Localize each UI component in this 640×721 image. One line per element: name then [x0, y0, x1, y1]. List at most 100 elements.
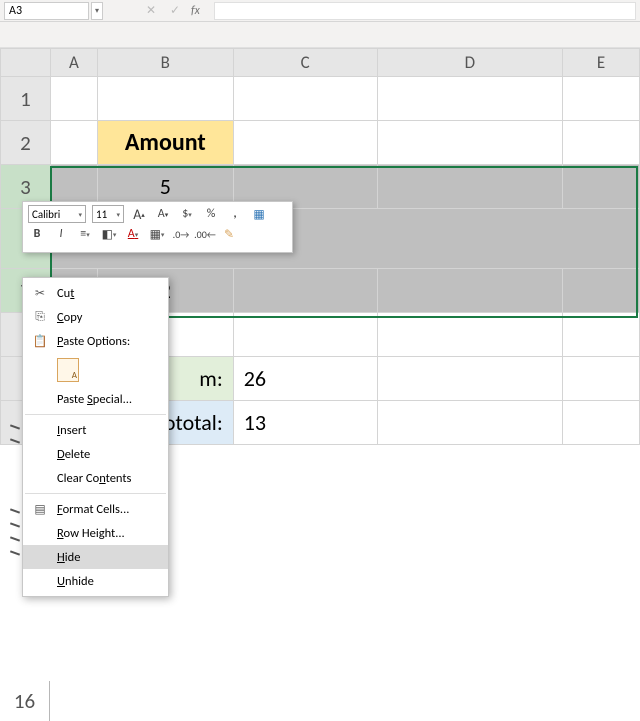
- cell-D3[interactable]: [377, 165, 563, 209]
- menu-format-cells[interactable]: ▤ Format Cells...: [23, 497, 168, 521]
- font-color-icon[interactable]: A▾: [124, 225, 142, 243]
- menu-delete[interactable]: Delete: [23, 442, 168, 466]
- cell-D9[interactable]: [377, 357, 563, 401]
- cancel-formula-icon: ✕: [143, 3, 159, 19]
- column-header-row: A B C D E: [1, 49, 640, 77]
- decrease-font-icon[interactable]: A▾: [154, 205, 172, 223]
- hidden-row-tick-icon: [10, 538, 22, 544]
- increase-decimal-icon[interactable]: .0→: [172, 225, 190, 243]
- formula-bar-input[interactable]: [214, 2, 636, 20]
- format-cells-icon: ▤: [31, 500, 49, 518]
- hidden-row-tick-icon: [10, 440, 22, 446]
- menu-hide-label: Hide: [57, 550, 160, 565]
- ribbon-spacer: [0, 22, 640, 48]
- cell-A2[interactable]: [50, 121, 97, 165]
- col-header-E[interactable]: E: [563, 49, 640, 77]
- cell-D10[interactable]: [377, 401, 563, 445]
- row-header-2[interactable]: 2: [1, 121, 51, 165]
- cell-B1[interactable]: [97, 77, 233, 121]
- increase-font-icon[interactable]: A▴: [130, 205, 148, 223]
- hidden-row-tick-icon: [10, 552, 22, 558]
- copy-icon: ⎘: [31, 308, 49, 326]
- cell-E7[interactable]: [563, 269, 640, 313]
- menu-separator: [25, 493, 166, 494]
- formula-controls: ✕ ✓ fx: [143, 3, 200, 19]
- name-box[interactable]: A3: [4, 2, 89, 20]
- menu-cut-label: Cut: [57, 286, 160, 301]
- mini-toolbar-row2: B I ≡▾ ◧▾ A▾ ▦▾ .0→ .00← ✎: [28, 225, 287, 243]
- cell-C2[interactable]: [233, 121, 377, 165]
- menu-format-cells-label: Format Cells...: [57, 502, 160, 517]
- select-all-corner[interactable]: [1, 49, 51, 77]
- row-header-16[interactable]: 16: [0, 681, 50, 721]
- menu-delete-label: Delete: [57, 447, 160, 462]
- decrease-decimal-icon[interactable]: .00←: [196, 225, 214, 243]
- format-painter-icon[interactable]: ✎: [220, 225, 238, 243]
- percent-format-icon[interactable]: %: [202, 205, 220, 223]
- menu-row-height[interactable]: Row Height...: [23, 521, 168, 545]
- italic-icon[interactable]: I: [52, 225, 70, 243]
- paste-default-icon: [57, 358, 79, 382]
- borders-icon[interactable]: ▦▾: [148, 225, 166, 243]
- blank-icon: [31, 390, 49, 408]
- font-size-picker[interactable]: 11▾: [92, 205, 124, 223]
- col-header-C[interactable]: C: [233, 49, 377, 77]
- bold-icon[interactable]: B: [28, 225, 46, 243]
- menu-paste-special-label: Paste Special...: [57, 392, 160, 407]
- cell-E9[interactable]: [563, 357, 640, 401]
- font-picker[interactable]: Calibri▾: [28, 205, 86, 223]
- col-header-D[interactable]: D: [377, 49, 563, 77]
- cell-E10[interactable]: [563, 401, 640, 445]
- cell-D2[interactable]: [377, 121, 563, 165]
- align-icon[interactable]: ≡▾: [76, 225, 94, 243]
- mini-toolbar-row1: Calibri▾ 11▾ A▴ A▾ $▾ % , ▦: [28, 205, 287, 223]
- cell-D7[interactable]: [377, 269, 563, 313]
- menu-paste-options-label: Paste Options:: [57, 334, 160, 349]
- fx-label[interactable]: fx: [191, 4, 200, 18]
- cell-C10[interactable]: 13: [233, 401, 377, 445]
- cell-D1[interactable]: [377, 77, 563, 121]
- menu-insert-label: Insert: [57, 423, 160, 438]
- cell-A1[interactable]: [50, 77, 97, 121]
- hidden-row-tick-icon: [10, 426, 22, 432]
- cell-C1[interactable]: [233, 77, 377, 121]
- menu-cut[interactable]: ✂ Cut: [23, 281, 168, 305]
- row-header-1[interactable]: 1: [1, 77, 51, 121]
- mini-toolbar: Calibri▾ 11▾ A▴ A▾ $▾ % , ▦ B I ≡▾ ◧▾ A▾…: [22, 201, 293, 253]
- row-2: 2 Amount: [1, 121, 640, 165]
- menu-paste-special[interactable]: Paste Special...: [23, 387, 168, 411]
- menu-copy-label: Copy: [57, 310, 160, 325]
- menu-paste-default[interactable]: [23, 353, 168, 387]
- paste-icon: 📋: [31, 332, 49, 350]
- cell-C7[interactable]: [233, 269, 377, 313]
- row-context-menu: ✂ Cut ⎘ Copy 📋 Paste Options: Paste Spec…: [22, 277, 169, 597]
- cell-D8[interactable]: [377, 313, 563, 357]
- menu-clear-contents[interactable]: Clear Contents: [23, 466, 168, 490]
- comma-format-icon[interactable]: ,: [226, 205, 244, 223]
- col-header-B[interactable]: B: [97, 49, 233, 77]
- fill-color-icon[interactable]: ◧▾: [100, 225, 118, 243]
- cell-B2[interactable]: Amount: [97, 121, 233, 165]
- name-box-dropdown[interactable]: ▾: [91, 2, 103, 20]
- col-header-A[interactable]: A: [50, 49, 97, 77]
- format-as-table-icon[interactable]: ▦: [250, 205, 268, 223]
- menu-copy[interactable]: ⎘ Copy: [23, 305, 168, 329]
- accounting-format-icon[interactable]: $▾: [178, 205, 196, 223]
- menu-insert[interactable]: Insert: [23, 418, 168, 442]
- name-box-wrap: A3 ▾: [4, 2, 103, 20]
- formula-bar-row: A3 ▾ ✕ ✓ fx: [0, 0, 640, 22]
- menu-hide[interactable]: Hide: [23, 545, 168, 569]
- hidden-row-tick-icon: [10, 524, 22, 530]
- menu-unhide[interactable]: Unhide: [23, 569, 168, 593]
- cell-E3[interactable]: [563, 165, 640, 209]
- font-size: 11: [96, 208, 107, 221]
- cell-E8[interactable]: [563, 313, 640, 357]
- menu-paste-options[interactable]: 📋 Paste Options:: [23, 329, 168, 353]
- cell-E2[interactable]: [563, 121, 640, 165]
- row-1: 1: [1, 77, 640, 121]
- menu-unhide-label: Unhide: [57, 574, 160, 589]
- cell-C9[interactable]: 26: [233, 357, 377, 401]
- font-name: Calibri: [32, 208, 60, 221]
- cell-E1[interactable]: [563, 77, 640, 121]
- cell-C8[interactable]: [233, 313, 377, 357]
